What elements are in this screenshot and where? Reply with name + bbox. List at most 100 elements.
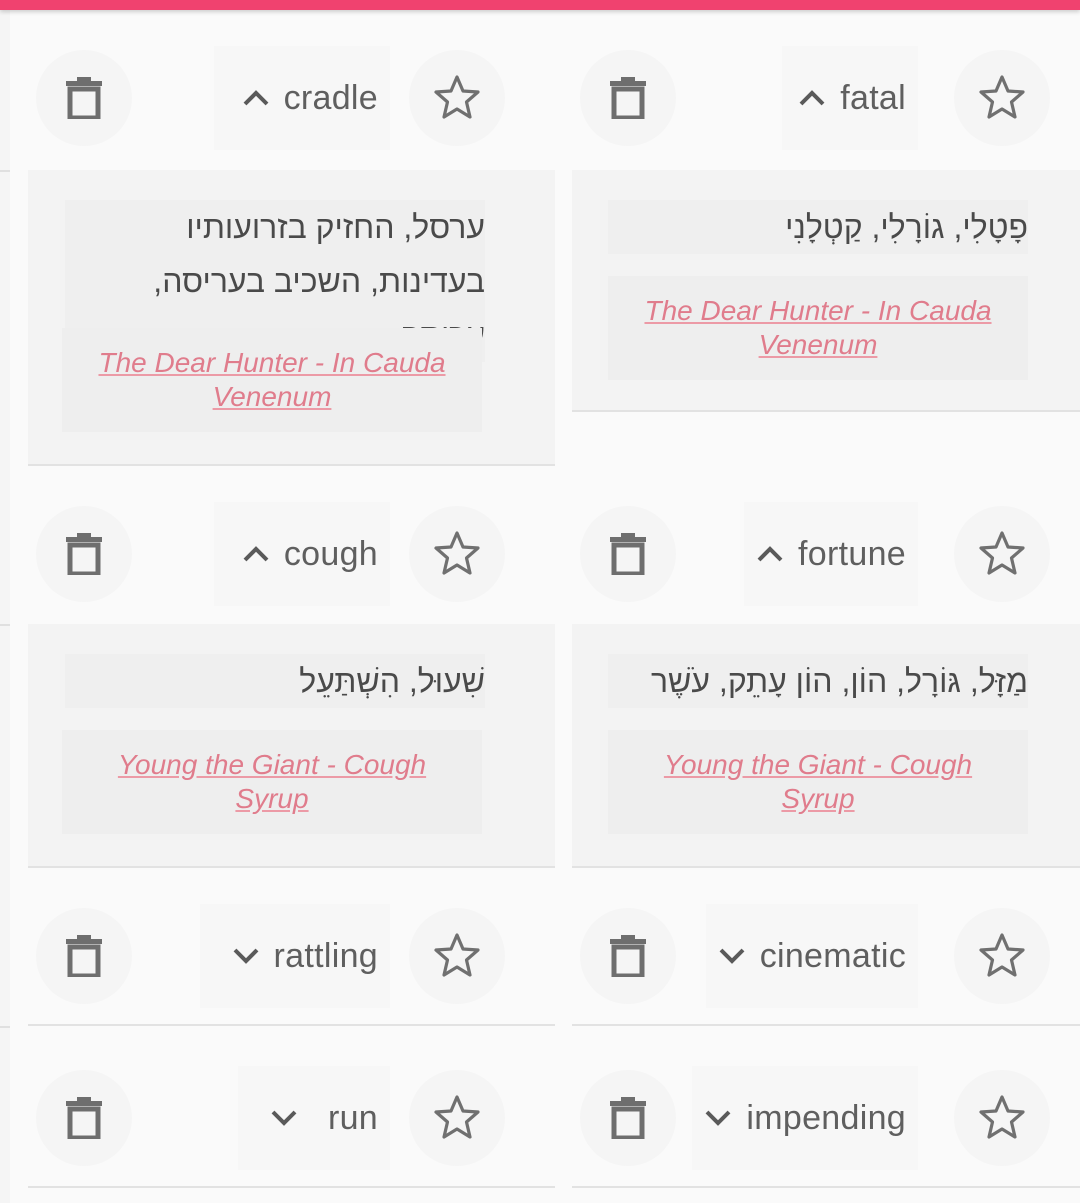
trash-icon <box>610 935 646 977</box>
star-outline-icon <box>434 75 480 119</box>
chevron-up-icon <box>757 546 783 562</box>
star-outline-icon <box>434 531 480 575</box>
trash-icon <box>610 77 646 119</box>
word-card-impending: impending <box>572 1050 1080 1188</box>
chevron-down-icon <box>233 948 258 964</box>
word-toggle[interactable]: impending <box>692 1066 918 1170</box>
song-link-box: The Dear Hunter - In Cauda Venenum <box>62 328 482 432</box>
word-card-details: ערסל, החזיק בזרועותיו בעדינות, השכיב בער… <box>28 170 555 466</box>
translation-text: מַזָּל, גּוֹרָל, הוֹן, הוֹן עָתֵק, עֹשֶׁ… <box>608 654 1028 708</box>
divider <box>572 1024 1080 1026</box>
delete-button[interactable] <box>36 506 132 602</box>
chevron-up-icon <box>243 90 269 106</box>
word-card-fortune: fortune מַזָּל, גּוֹרָל, הוֹן, הוֹן עָתֵ… <box>572 486 1080 868</box>
word-card-header: rattling <box>28 888 555 1023</box>
word-card-header: fatal <box>572 30 1080 165</box>
word-card-cough: cough שִׁעוּל, הִשְׁתַּעֵל Young the Gia… <box>28 486 555 868</box>
song-link[interactable]: Young the Giant - Cough Syrup <box>664 748 972 816</box>
word-label: fatal <box>840 78 906 117</box>
trash-icon <box>66 1097 102 1139</box>
delete-button[interactable] <box>36 1070 132 1166</box>
translation-text: שִׁעוּל, הִשְׁתַּעֵל <box>65 654 485 708</box>
word-card-fatal: fatal פָטָלִי, גוֹרָלִי, קַטְלָנִי The D… <box>572 30 1080 412</box>
song-link[interactable]: The Dear Hunter - In Cauda Venenum <box>98 346 445 414</box>
divider <box>0 1026 10 1028</box>
delete-button[interactable] <box>580 50 676 146</box>
divider <box>28 1186 555 1188</box>
word-card-header: impending <box>572 1050 1080 1185</box>
song-link-line: Young the Giant - Cough <box>663 749 973 780</box>
delete-button[interactable] <box>36 908 132 1004</box>
chevron-up-icon <box>243 546 269 562</box>
favorite-button[interactable] <box>954 908 1050 1004</box>
word-card-details: פָטָלִי, גוֹרָלִי, קַטְלָנִי The Dear Hu… <box>572 170 1080 412</box>
word-toggle[interactable]: cough <box>214 502 390 606</box>
song-link-box: Young the Giant - Cough Syrup <box>608 730 1028 834</box>
star-outline-icon <box>979 75 1025 119</box>
word-card-cinematic: cinematic <box>572 888 1080 1026</box>
song-link-line: The Dear Hunter - In Cauda <box>98 347 446 378</box>
song-link-box: Young the Giant - Cough Syrup <box>62 730 482 834</box>
word-label: cough <box>283 534 378 573</box>
delete-button[interactable] <box>580 1070 676 1166</box>
favorite-button[interactable] <box>954 506 1050 602</box>
word-card-details: מַזָּל, גּוֹרָל, הוֹן, הוֹן עָתֵק, עֹשֶׁ… <box>572 624 1080 868</box>
song-link-line: Syrup <box>781 783 855 814</box>
delete-button[interactable] <box>36 50 132 146</box>
word-label: rattling <box>273 936 378 975</box>
favorite-button[interactable] <box>409 506 505 602</box>
delete-button[interactable] <box>580 908 676 1004</box>
trash-icon <box>66 77 102 119</box>
song-link-line: The Dear Hunter - In Cauda <box>644 295 992 326</box>
word-label: cradle <box>283 78 378 117</box>
favorite-button[interactable] <box>954 1070 1050 1166</box>
word-toggle[interactable]: fatal <box>782 46 918 150</box>
star-outline-icon <box>979 531 1025 575</box>
top-accent-bar <box>0 0 1080 10</box>
song-link[interactable]: Young the Giant - Cough Syrup <box>118 748 426 816</box>
trash-icon <box>66 533 102 575</box>
word-card-header: cradle <box>28 30 555 165</box>
word-card-details: שִׁעוּל, הִשְׁתַּעֵל Young the Giant - C… <box>28 624 555 868</box>
trash-icon <box>66 935 102 977</box>
star-outline-icon <box>979 933 1025 977</box>
trash-icon <box>610 1097 646 1139</box>
favorite-button[interactable] <box>954 50 1050 146</box>
word-card-header: fortune <box>572 486 1080 621</box>
previous-column-edge <box>0 10 10 1203</box>
word-toggle[interactable]: fortune <box>744 502 918 606</box>
divider <box>0 624 10 626</box>
trash-icon <box>610 533 646 575</box>
word-label: fortune <box>798 534 906 573</box>
song-link-line: Young the Giant - Cough <box>117 749 427 780</box>
chevron-up-icon <box>799 90 825 106</box>
word-card-header: cinematic <box>572 888 1080 1023</box>
song-link-box: The Dear Hunter - In Cauda Venenum <box>608 276 1028 380</box>
word-toggle[interactable]: run <box>238 1066 390 1170</box>
word-toggle[interactable]: cradle <box>214 46 390 150</box>
divider <box>0 170 10 172</box>
translation-text: פָטָלִי, גוֹרָלִי, קַטְלָנִי <box>608 200 1028 254</box>
divider <box>28 1024 555 1026</box>
divider <box>572 1186 1080 1188</box>
favorite-button[interactable] <box>409 50 505 146</box>
word-card-rattling: rattling <box>28 888 555 1026</box>
word-label: run <box>327 1098 378 1137</box>
star-outline-icon <box>979 1095 1025 1139</box>
chevron-down-icon <box>719 948 745 964</box>
word-card-header: run <box>28 1050 555 1185</box>
word-toggle[interactable]: cinematic <box>706 904 918 1008</box>
word-card-header: cough <box>28 486 555 621</box>
word-label: cinematic <box>759 936 906 975</box>
star-outline-icon <box>434 933 480 977</box>
word-label: impending <box>746 1098 906 1137</box>
chevron-down-icon <box>271 1110 297 1126</box>
song-link-line: Syrup <box>235 783 309 814</box>
favorite-button[interactable] <box>409 908 505 1004</box>
favorite-button[interactable] <box>409 1070 505 1166</box>
word-card-run: run <box>28 1050 555 1188</box>
word-toggle[interactable]: rattling <box>200 904 390 1008</box>
song-link[interactable]: The Dear Hunter - In Cauda Venenum <box>644 294 991 362</box>
delete-button[interactable] <box>580 506 676 602</box>
star-outline-icon <box>434 1095 480 1139</box>
